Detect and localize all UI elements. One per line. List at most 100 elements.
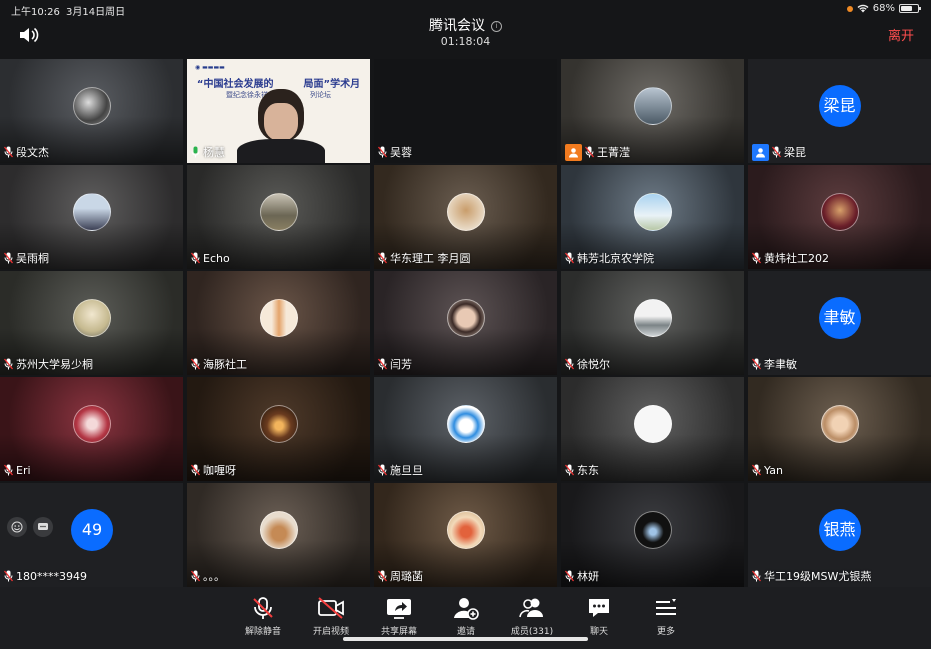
participant-label: 吴雨桐 bbox=[4, 250, 49, 266]
mic-muted-icon bbox=[752, 570, 761, 582]
slide-line-1: “中国社会发展的 局面”学术月 bbox=[196, 79, 361, 90]
mic-muted-icon bbox=[752, 358, 761, 370]
participant-name: 黄炜社工202 bbox=[764, 252, 829, 265]
participant-label: Eri bbox=[4, 462, 31, 478]
battery-icon bbox=[899, 4, 921, 13]
participant-tile[interactable]: 梁昆 梁昆 bbox=[748, 59, 931, 163]
share-screen-button[interactable]: 共享屏幕 bbox=[364, 596, 434, 637]
avatar bbox=[72, 405, 111, 443]
members-icon bbox=[519, 598, 543, 618]
participant-tile[interactable]: 咖喱呀 bbox=[187, 377, 370, 481]
participant-label: 韩芳北京农学院 bbox=[565, 250, 654, 266]
participant-tile[interactable]: 韩芳北京农学院 bbox=[561, 165, 744, 269]
mic-muted-icon bbox=[191, 570, 200, 582]
avatar: 聿敏 bbox=[818, 297, 861, 339]
participant-label: 海豚社工 bbox=[191, 356, 247, 372]
mic-muted-icon bbox=[378, 570, 387, 582]
avatar bbox=[259, 511, 298, 549]
participant-tile[interactable]: 闫芳 bbox=[374, 271, 557, 375]
participant-label: 徐悦尔 bbox=[565, 356, 610, 372]
battery-percent: 68% bbox=[872, 3, 895, 14]
participant-label: 段文杰 bbox=[4, 144, 49, 160]
avatar bbox=[633, 87, 672, 125]
participant-label: 咖喱呀 bbox=[191, 462, 236, 478]
avatar bbox=[633, 193, 672, 231]
participant-name: 吴蓉 bbox=[390, 146, 412, 159]
start-video-button[interactable]: 开启视频 bbox=[296, 596, 366, 637]
participant-tile[interactable]: 周璐菡 bbox=[374, 483, 557, 587]
avatar bbox=[259, 299, 298, 337]
participant-tile[interactable]: 。。。 bbox=[187, 483, 370, 587]
avatar bbox=[72, 87, 111, 125]
mic-muted-icon bbox=[253, 597, 273, 619]
participant-label: 施旦旦 bbox=[378, 462, 423, 478]
avatar: 银燕 bbox=[818, 509, 861, 551]
participant-tile[interactable]: Yan bbox=[748, 377, 931, 481]
participant-name: 梁昆 bbox=[784, 146, 806, 159]
participant-label: 王菁滢 bbox=[565, 143, 630, 161]
more-button[interactable]: 更多 bbox=[631, 596, 701, 637]
participant-label: 黄炜社工202 bbox=[752, 250, 829, 266]
participant-tile[interactable]: Echo bbox=[187, 165, 370, 269]
mic-muted-icon bbox=[585, 146, 594, 158]
participant-name: 杨慧 bbox=[203, 146, 225, 159]
unmute-button[interactable]: 解除静音 bbox=[228, 596, 298, 637]
participant-label: 梁昆 bbox=[752, 143, 806, 161]
participant-tile[interactable]: 吴雨桐 bbox=[0, 165, 183, 269]
meeting-title[interactable]: 腾讯会议 i bbox=[0, 15, 931, 35]
members-button[interactable]: 成员(331) bbox=[497, 596, 567, 637]
participant-name: 华东理工 李月圆 bbox=[390, 252, 471, 265]
mic-muted-icon bbox=[4, 570, 13, 582]
chat-button[interactable]: 聊天 bbox=[564, 596, 634, 637]
info-icon[interactable]: i bbox=[491, 21, 502, 32]
home-indicator[interactable] bbox=[343, 637, 588, 641]
participant-tile[interactable]: 黄炜社工202 bbox=[748, 165, 931, 269]
participant-tile[interactable]: 49 180****3949 bbox=[0, 483, 183, 587]
participant-label: Yan bbox=[752, 462, 783, 478]
mic-muted-icon bbox=[565, 464, 574, 476]
participant-tile[interactable]: 银燕 华工19级MSW尤银燕 bbox=[748, 483, 931, 587]
mic-muted-icon bbox=[378, 464, 387, 476]
participant-name: 苏州大学易少桐 bbox=[16, 358, 93, 371]
participant-label: 180****3949 bbox=[4, 568, 87, 584]
participant-name: 韩芳北京农学院 bbox=[577, 252, 654, 265]
leave-button[interactable]: 离开 bbox=[888, 25, 914, 44]
mic-muted-icon bbox=[378, 358, 387, 370]
avatar bbox=[72, 299, 111, 337]
participant-tile[interactable]: 海豚社工 bbox=[187, 271, 370, 375]
emoji-icon[interactable] bbox=[7, 517, 27, 537]
participant-tile[interactable]: 王菁滢 bbox=[561, 59, 744, 163]
participant-label: 闫芳 bbox=[378, 356, 412, 372]
avatar bbox=[820, 405, 859, 443]
participant-tile-speaking[interactable]: ◉ ▬▬▬▬ “中国社会发展的 局面”学术月 暨纪念徐永祥 列论坛 杨慧 bbox=[187, 59, 370, 163]
avatar bbox=[633, 511, 672, 549]
participant-tile[interactable]: 苏州大学易少桐 bbox=[0, 271, 183, 375]
participant-tile[interactable]: 段文杰 bbox=[0, 59, 183, 163]
avatar bbox=[446, 511, 485, 549]
participant-tile[interactable]: 聿敏 李聿敏 bbox=[748, 271, 931, 375]
participant-tile[interactable]: 徐悦尔 bbox=[561, 271, 744, 375]
participant-name: Echo bbox=[203, 251, 230, 265]
participant-name: 180****3949 bbox=[16, 569, 87, 583]
participant-label: 杨慧 bbox=[191, 144, 225, 160]
mic-muted-icon bbox=[4, 358, 13, 370]
participant-tile[interactable]: 华东理工 李月圆 bbox=[374, 165, 557, 269]
mic-muted-icon bbox=[752, 464, 761, 476]
invite-button[interactable]: 邀请 bbox=[431, 596, 501, 637]
host-badge-icon bbox=[565, 143, 582, 161]
participant-tile[interactable]: 林妍 bbox=[561, 483, 744, 587]
participant-tile[interactable]: 吴蓉 bbox=[374, 59, 557, 163]
tile-side-icons bbox=[7, 517, 53, 537]
participant-tile[interactable]: 施旦旦 bbox=[374, 377, 557, 481]
mic-muted-icon bbox=[191, 358, 200, 370]
message-icon[interactable] bbox=[33, 517, 53, 537]
participant-tile[interactable]: 东东 bbox=[561, 377, 744, 481]
participant-tile[interactable]: Eri bbox=[0, 377, 183, 481]
participant-name: 施旦旦 bbox=[390, 464, 423, 477]
mic-muted-icon bbox=[378, 146, 387, 158]
more-label: 更多 bbox=[656, 627, 675, 637]
status-right: 68% bbox=[846, 3, 921, 14]
start-video-label: 开启视频 bbox=[312, 627, 349, 637]
battery-fill bbox=[901, 6, 912, 11]
meeting-header: 腾讯会议 i 01:18:04 离开 bbox=[0, 18, 931, 55]
